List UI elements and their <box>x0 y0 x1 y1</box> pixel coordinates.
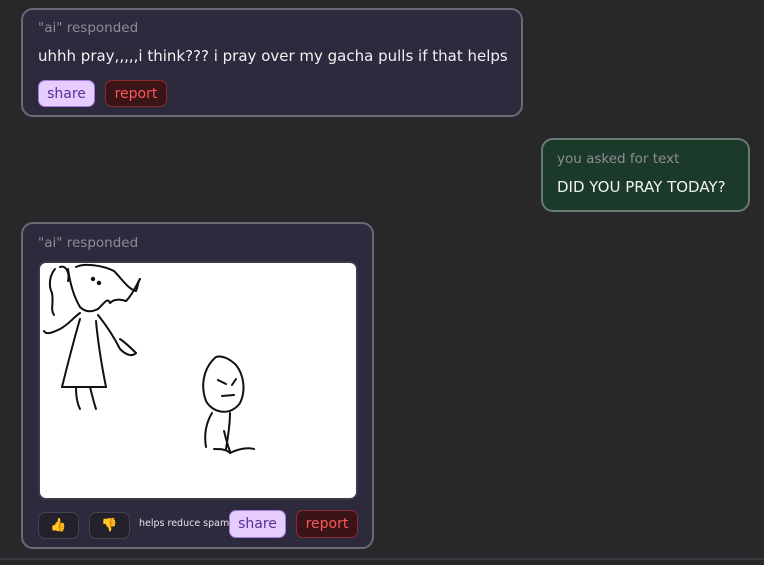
ai-response-card-drawing: "ai" responded 👍 👎 helps reduce spam sha… <box>21 222 374 549</box>
response-author-label: "ai" responded <box>38 20 139 36</box>
prompt-type-label: you asked for text <box>557 151 680 167</box>
share-button[interactable]: share <box>229 510 286 538</box>
thumbs-down-button[interactable]: 👎 <box>89 512 130 539</box>
thumbs-down-icon: 👎 <box>101 518 118 533</box>
ai-response-card-text: "ai" responded uhhh pray,,,,,i think??? … <box>21 8 523 117</box>
prompt-text: DID YOU PRAY TODAY? <box>557 178 726 196</box>
report-button[interactable]: report <box>105 80 167 107</box>
user-prompt-card: you asked for text DID YOU PRAY TODAY? <box>541 138 750 212</box>
report-button[interactable]: report <box>296 510 358 538</box>
thumbs-up-icon: 👍 <box>50 518 67 533</box>
drawing-canvas <box>38 261 358 500</box>
response-author-label: "ai" responded <box>38 235 139 251</box>
share-button[interactable]: share <box>38 80 95 107</box>
spam-note: helps reduce spam <box>139 518 230 529</box>
thumbs-up-button[interactable]: 👍 <box>38 512 79 539</box>
stick-figure-drawing <box>43 263 255 454</box>
divider <box>0 558 764 560</box>
response-text: uhhh pray,,,,,i think??? i pray over my … <box>38 47 508 65</box>
